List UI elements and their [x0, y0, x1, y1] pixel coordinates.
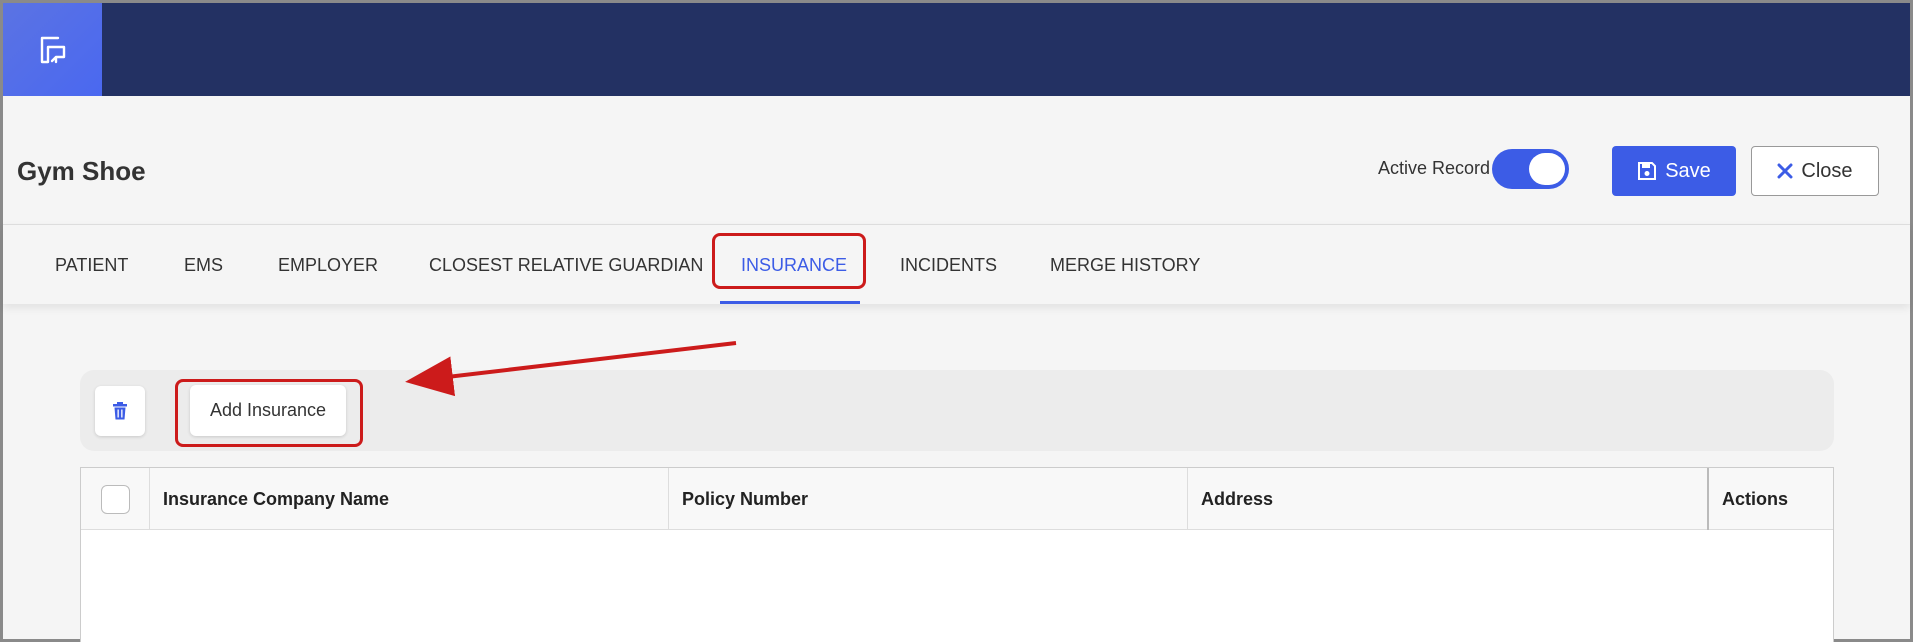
- page-title: Gym Shoe: [17, 156, 146, 186]
- trash-icon: [113, 402, 127, 420]
- save-label: Save: [1665, 159, 1711, 182]
- table-header: Insurance Company Name Policy Number Add…: [81, 468, 1833, 530]
- close-icon: [1777, 163, 1793, 179]
- tab-incidents[interactable]: INCIDENTS: [900, 225, 997, 305]
- tab-merge-history[interactable]: MERGE HISTORY: [1050, 225, 1200, 305]
- tab-ems[interactable]: EMS: [184, 225, 223, 305]
- column-header-policy-number[interactable]: Policy Number: [668, 468, 1187, 530]
- toggle-knob: [1529, 153, 1565, 185]
- column-header-actions: Actions: [1707, 468, 1833, 530]
- active-tab-indicator: [720, 301, 860, 304]
- tab-patient[interactable]: PATIENT: [55, 225, 128, 305]
- annotation-highlight-add-insurance: [175, 379, 363, 447]
- tab-employer[interactable]: EMPLOYER: [278, 225, 378, 305]
- active-record-label: Active Record: [1378, 158, 1491, 178]
- app-logo[interactable]: [3, 3, 102, 96]
- column-header-insurance-company-name[interactable]: Insurance Company Name: [149, 468, 668, 530]
- annotation-highlight-insurance-tab: [712, 233, 866, 289]
- save-icon: [1638, 162, 1657, 180]
- insurance-table: Insurance Company Name Policy Number Add…: [80, 467, 1834, 642]
- close-button[interactable]: Close: [1751, 146, 1879, 196]
- tab-bar: PATIENT EMS EMPLOYER CLOSEST RELATIVE GU…: [3, 224, 1910, 304]
- delete-button[interactable]: [95, 386, 145, 436]
- close-label: Close: [1801, 159, 1853, 182]
- tab-closest-relative-guardian[interactable]: CLOSEST RELATIVE GUARDIAN: [429, 225, 703, 305]
- active-record-toggle[interactable]: [1492, 149, 1569, 189]
- select-all-checkbox[interactable]: [101, 485, 130, 514]
- column-header-address[interactable]: Address: [1187, 468, 1707, 530]
- save-button[interactable]: Save: [1612, 146, 1736, 196]
- top-bar: [3, 3, 1910, 96]
- record-header: Gym Shoe Active Record Save Close: [3, 96, 1910, 224]
- logo-icon: [40, 36, 65, 63]
